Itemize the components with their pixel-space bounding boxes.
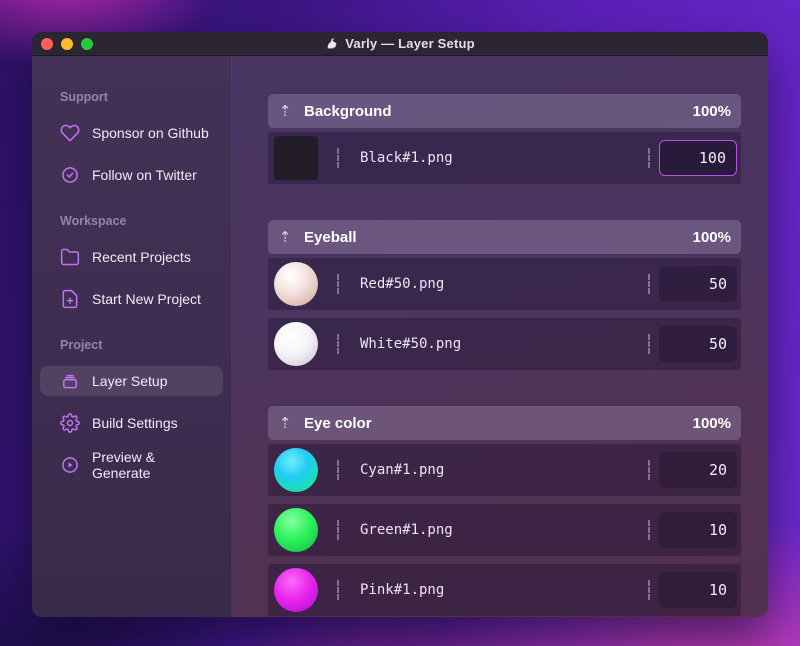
layer-group-eyeball: ⇡ Eyeball 100% Red#50.png White#50.png <box>268 220 741 370</box>
group-header: ⇡ Eyeball 100% <box>268 220 741 254</box>
layers-box-icon <box>60 371 80 391</box>
layer-list: ⇡ Background 100% Black#1.png ⇡ Eyeball 100% Re… <box>232 56 768 617</box>
heart-icon <box>60 123 80 143</box>
layer-thumbnail-sphere-pink <box>274 568 318 612</box>
unicorn-icon <box>325 36 340 51</box>
window-title: Varly — Layer Setup <box>32 36 768 51</box>
badge-check-icon <box>60 165 80 185</box>
group-header: ⇡ Eye color 100% <box>268 406 741 440</box>
dashed-divider <box>337 580 339 600</box>
sidebar-item-follow-on-twitter[interactable]: Follow on Twitter <box>40 160 223 190</box>
gear-icon <box>60 413 80 433</box>
section-label: Project <box>60 338 103 352</box>
group-header: ⇡ Background 100% <box>268 94 741 128</box>
group-weight: 100% <box>692 228 731 246</box>
layer-file-name: Cyan#1.png <box>360 462 445 478</box>
title-bar: Varly — Layer Setup <box>32 32 768 56</box>
drag-handle-icon[interactable]: ⇡ <box>276 103 294 119</box>
layer-weight-input[interactable] <box>659 452 737 488</box>
layer-weight-input[interactable] <box>659 140 737 176</box>
sidebar-item-sponsor-on-github[interactable]: Sponsor on Github <box>40 118 223 148</box>
layer-row-pink-1-png: Pink#1.png <box>268 564 741 616</box>
layer-file-name: Pink#1.png <box>360 582 445 598</box>
sidebar-item-label: Preview & Generate <box>92 449 156 481</box>
dashed-divider <box>337 460 339 480</box>
dashed-divider <box>337 274 339 294</box>
layer-weight-input[interactable] <box>659 512 737 548</box>
layer-row-green-1-png: Green#1.png <box>268 504 741 556</box>
dashed-divider <box>648 148 650 168</box>
layer-group-background: ⇡ Background 100% Black#1.png <box>268 94 741 184</box>
group-name: Eyeball <box>304 228 357 246</box>
folder-icon <box>60 247 80 267</box>
dashed-divider <box>648 334 650 354</box>
layer-row-red-50-png: Red#50.png <box>268 258 741 310</box>
layer-row-black-1-png: Black#1.png <box>268 132 741 184</box>
sidebar-section-workspace: Workspace Recent Projects Start New Projec… <box>32 214 231 314</box>
dashed-divider <box>648 460 650 480</box>
group-weight: 100% <box>692 102 731 120</box>
group-weight: 100% <box>692 414 731 432</box>
layer-thumbnail-pearl-red <box>274 262 318 306</box>
dashed-divider <box>648 520 650 540</box>
layer-weight-input[interactable] <box>659 266 737 302</box>
dashed-divider <box>337 148 339 168</box>
layer-thumbnail-sphere-green <box>274 508 318 552</box>
dashed-divider <box>337 520 339 540</box>
sidebar-item-preview-generate[interactable]: Preview & Generate <box>40 449 223 481</box>
window-title-text: Varly — Layer Setup <box>345 36 475 51</box>
sidebar-item-label: Start New Project <box>92 291 201 307</box>
layer-file-name: White#50.png <box>360 336 462 352</box>
layer-weight-input[interactable] <box>659 572 737 608</box>
dashed-divider <box>648 274 650 294</box>
section-label: Support <box>60 90 108 104</box>
sidebar-section-support: Support Sponsor on Github Follow on Twitte… <box>32 90 231 190</box>
sidebar-item-layer-setup[interactable]: Layer Setup <box>40 366 223 396</box>
layer-row-white-50-png: White#50.png <box>268 318 741 370</box>
sidebar: Support Sponsor on Github Follow on Twitte… <box>32 56 232 617</box>
layer-file-name: Red#50.png <box>360 276 445 292</box>
group-name: Eye color <box>304 414 372 432</box>
sidebar-item-label: Recent Projects <box>92 249 191 265</box>
sidebar-item-build-settings[interactable]: Build Settings <box>40 408 223 438</box>
layer-thumbnail-sphere-cyan <box>274 448 318 492</box>
sidebar-item-label: Sponsor on Github <box>92 125 209 141</box>
sidebar-item-label: Follow on Twitter <box>92 167 197 183</box>
layer-group-eye-color: ⇡ Eye color 100% Cyan#1.png Green#1.png Pink#… <box>268 406 741 616</box>
play-circle-icon <box>60 455 80 475</box>
dashed-divider <box>648 580 650 600</box>
sidebar-item-label: Build Settings <box>92 415 178 431</box>
dashed-divider <box>337 334 339 354</box>
sidebar-item-recent-projects[interactable]: Recent Projects <box>40 242 223 272</box>
sidebar-item-start-new-project[interactable]: Start New Project <box>40 284 223 314</box>
layer-row-cyan-1-png: Cyan#1.png <box>268 444 741 496</box>
sidebar-section-project: Project Layer Setup Build Settings Preview … <box>32 338 231 481</box>
window-content: Support Sponsor on Github Follow on Twitte… <box>32 56 768 617</box>
layer-file-name: Black#1.png <box>360 150 453 166</box>
layer-file-name: Green#1.png <box>360 522 453 538</box>
layer-thumbnail-black-swatch <box>274 136 318 180</box>
section-label: Workspace <box>60 214 127 228</box>
group-name: Background <box>304 102 392 120</box>
drag-handle-icon[interactable]: ⇡ <box>276 415 294 431</box>
layer-weight-input[interactable] <box>659 326 737 362</box>
drag-handle-icon[interactable]: ⇡ <box>276 229 294 245</box>
app-window: Varly — Layer Setup Support Sponsor on Gi… <box>32 32 768 617</box>
file-plus-icon <box>60 289 80 309</box>
layer-thumbnail-pearl-white <box>274 322 318 366</box>
sidebar-item-label: Layer Setup <box>92 373 168 389</box>
